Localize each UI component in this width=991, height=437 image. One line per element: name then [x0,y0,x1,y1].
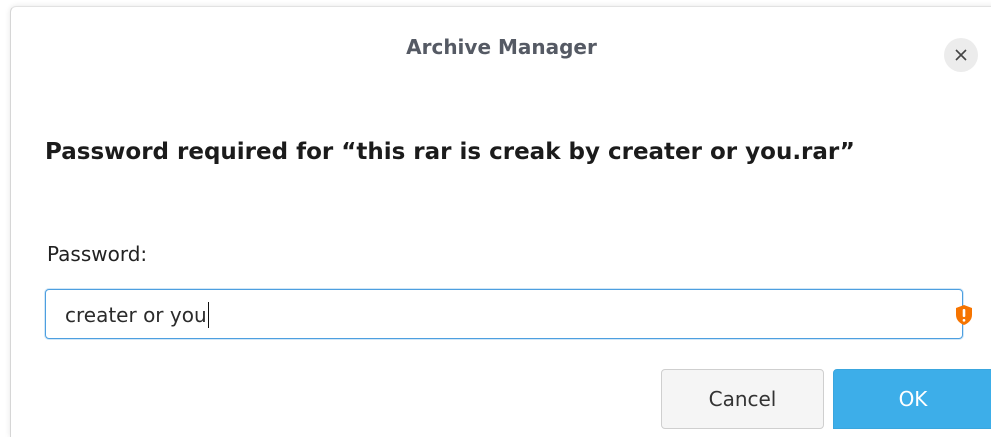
password-dialog: Archive Manager Password required for “t… [10,6,991,437]
close-button[interactable] [944,38,978,72]
text-caret [207,302,209,328]
titlebar: Archive Manager [11,7,991,89]
window-title: Archive Manager [406,35,597,59]
password-value: creater or you [65,302,209,328]
ok-button[interactable]: OK [833,369,991,429]
password-field[interactable]: creater or you [45,289,972,339]
caps-lock-warning-icon [956,305,972,325]
cancel-button[interactable]: Cancel [661,369,824,429]
dialog-heading: Password required for “this rar is creak… [45,139,855,165]
close-icon [955,49,967,61]
password-text: creater or you [65,303,207,327]
password-label: Password: [47,242,148,266]
